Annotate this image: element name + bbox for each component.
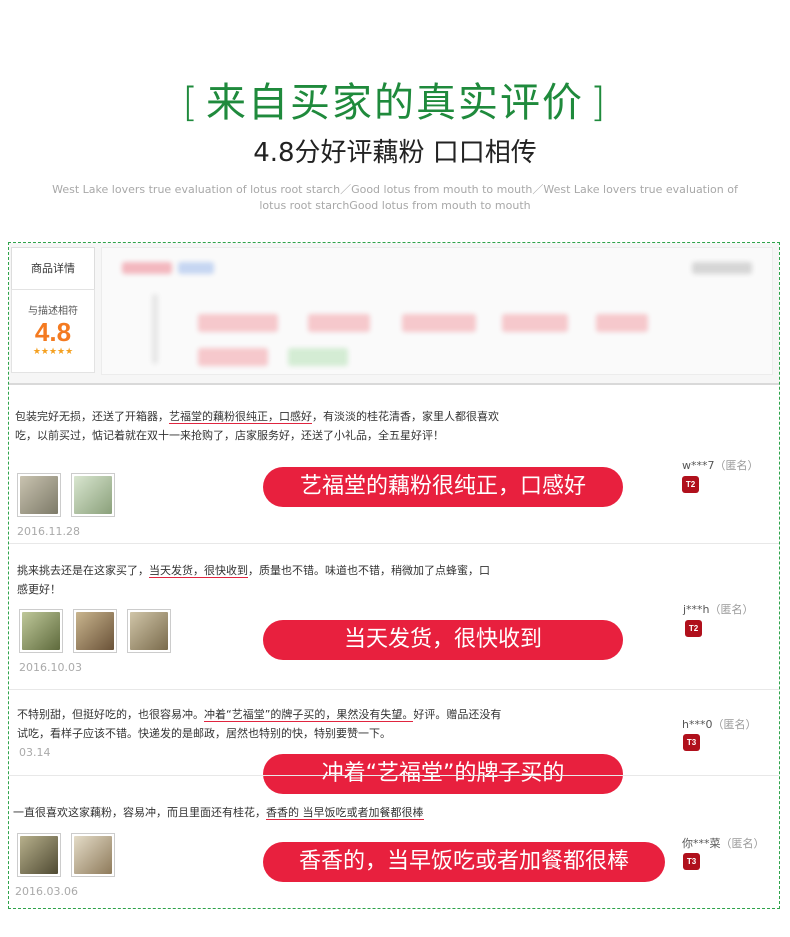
- photo-icon[interactable]: [17, 833, 61, 877]
- blurred-sort: [692, 262, 752, 274]
- review-date: 03.14: [19, 746, 51, 759]
- blurred-tag: [502, 314, 568, 332]
- review-item: 包装完好无损，还送了开箱器，艺福堂的藕粉很纯正，口感好，有淡淡的桂花清香，家里人…: [9, 385, 779, 538]
- review-text-start: 挑来挑去还是在这家买了，: [17, 564, 149, 577]
- highlight-pill: 艺福堂的藕粉很纯正，口感好: [263, 467, 623, 507]
- highlight-pill: 当天发货，很快收到: [263, 620, 623, 660]
- anonymous-label: （匿名）: [712, 718, 757, 731]
- review-text: 包装完好无损，还送了开箱器，艺福堂的藕粉很纯正，口感好，有淡淡的桂花清香，家里人…: [15, 407, 503, 445]
- blurred-tag: [402, 314, 476, 332]
- section-title: [来自买家的真实评价]: [0, 70, 790, 128]
- anonymous-label: （匿名）: [720, 837, 765, 850]
- reviewer-name: w***7（匿名）: [682, 457, 759, 473]
- section-subtitle: 4.8分好评藕粉 口口相传: [253, 138, 537, 168]
- photo-icon[interactable]: [71, 833, 115, 877]
- review-item: 不特别甜，但挺好吃的，也很容易冲。冲着“艺福堂”的牌子买的，果然没有失望。好评。…: [9, 689, 779, 794]
- rating-label: 与描述相符: [28, 306, 78, 317]
- anonymous-label: （匿名）: [714, 459, 759, 472]
- english-tagline: West Lake lovers true evaluation of lotu…: [52, 183, 738, 212]
- review-text-highlight: 香香的 当早饭吃或者加餐都很棒: [266, 806, 424, 820]
- photo-icon[interactable]: [19, 609, 63, 653]
- photo-icon[interactable]: [17, 473, 61, 517]
- photo-icon[interactable]: [71, 473, 115, 517]
- product-page-screenshot: 商品详情 与描述相符 4.8 ★★★★★: [9, 243, 779, 385]
- review-thumbnails: [17, 833, 115, 877]
- title-text: 来自买家的真实评价: [206, 80, 584, 126]
- title-right-bracket: ]: [590, 80, 608, 126]
- review-text-highlight: 冲着“艺福堂”的牌子买的，果然没有失望。: [204, 708, 414, 722]
- rating-box: 与描述相符 4.8 ★★★★★: [11, 289, 95, 373]
- blurred-review-tags: [101, 247, 773, 375]
- tmall-badge-icon: T2: [682, 476, 699, 493]
- tab-product-details[interactable]: 商品详情: [11, 247, 95, 289]
- review-item: 挑来挑去还是在这家买了，当天发货，很快收到，质量也不错。味道也不错，稍微加了点蜂…: [9, 543, 779, 688]
- review-date: 2016.03.06: [15, 885, 78, 898]
- blurred-tag: [596, 314, 648, 332]
- review-text-start: 一直很喜欢这家藕粉，容易冲，而且里面还有桂花，: [13, 806, 266, 819]
- review-date: 2016.11.28: [17, 525, 80, 538]
- photo-icon[interactable]: [127, 609, 171, 653]
- blurred-divider: [152, 294, 158, 364]
- review-text: 不特别甜，但挺好吃的，也很容易冲。冲着“艺福堂”的牌子买的，果然没有失望。好评。…: [17, 705, 505, 743]
- rating-stars: ★★★★★: [32, 347, 74, 357]
- photo-icon[interactable]: [73, 609, 117, 653]
- review-text-highlight: 艺福堂的藕粉很纯正，口感好: [169, 410, 312, 424]
- blurred-tag: [308, 314, 370, 332]
- reviewer-name: h***0（匿名）: [682, 716, 756, 732]
- reviewer-nick: h***0: [682, 718, 713, 731]
- tmall-badge-icon: T3: [683, 853, 700, 870]
- review-date: 2016.10.03: [19, 661, 82, 674]
- review-text-start: 包装完好无损，还送了开箱器，: [15, 410, 169, 423]
- title-left-bracket: [: [182, 80, 200, 126]
- review-text-start: 不特别甜，但挺好吃的，也很容易冲。: [17, 708, 204, 721]
- anonymous-label: （匿名）: [709, 603, 754, 616]
- reviewer-nick: w***7: [682, 459, 715, 472]
- review-text-highlight: 当天发货，很快收到: [149, 564, 248, 578]
- tmall-badge-icon: T3: [683, 734, 700, 751]
- review-text: 挑来挑去还是在这家买了，当天发货，很快收到，质量也不错。味道也不错，稍微加了点蜂…: [17, 561, 499, 599]
- blurred-tag: [288, 348, 348, 366]
- blurred-tab: [178, 262, 214, 274]
- reviewer-name: j***h（匿名）: [683, 601, 754, 617]
- tmall-badge-icon: T2: [685, 620, 702, 637]
- blurred-tag: [198, 348, 268, 366]
- reviewer-name: 你***菜（匿名）: [682, 835, 765, 851]
- blurred-tag: [198, 314, 278, 332]
- rating-value: 4.8: [34, 317, 72, 347]
- review-thumbnails: [19, 609, 171, 653]
- review-text: 一直很喜欢这家藕粉，容易冲，而且里面还有桂花，香香的 当早饭吃或者加餐都很棒: [13, 803, 613, 822]
- review-thumbnails: [17, 473, 115, 517]
- review-item: 一直很喜欢这家藕粉，容易冲，而且里面还有桂花，香香的 当早饭吃或者加餐都很棒 2…: [9, 775, 779, 905]
- reviewer-nick: 你***菜: [682, 837, 721, 850]
- review-frame: 商品详情 与描述相符 4.8 ★★★★★ 包装完好无损，还送了开箱器，艺福堂的藕…: [8, 242, 780, 909]
- blurred-tab: [122, 262, 172, 274]
- highlight-pill: 香香的，当早饭吃或者加餐都很棒: [263, 842, 665, 882]
- reviewer-nick: j***h: [683, 603, 710, 616]
